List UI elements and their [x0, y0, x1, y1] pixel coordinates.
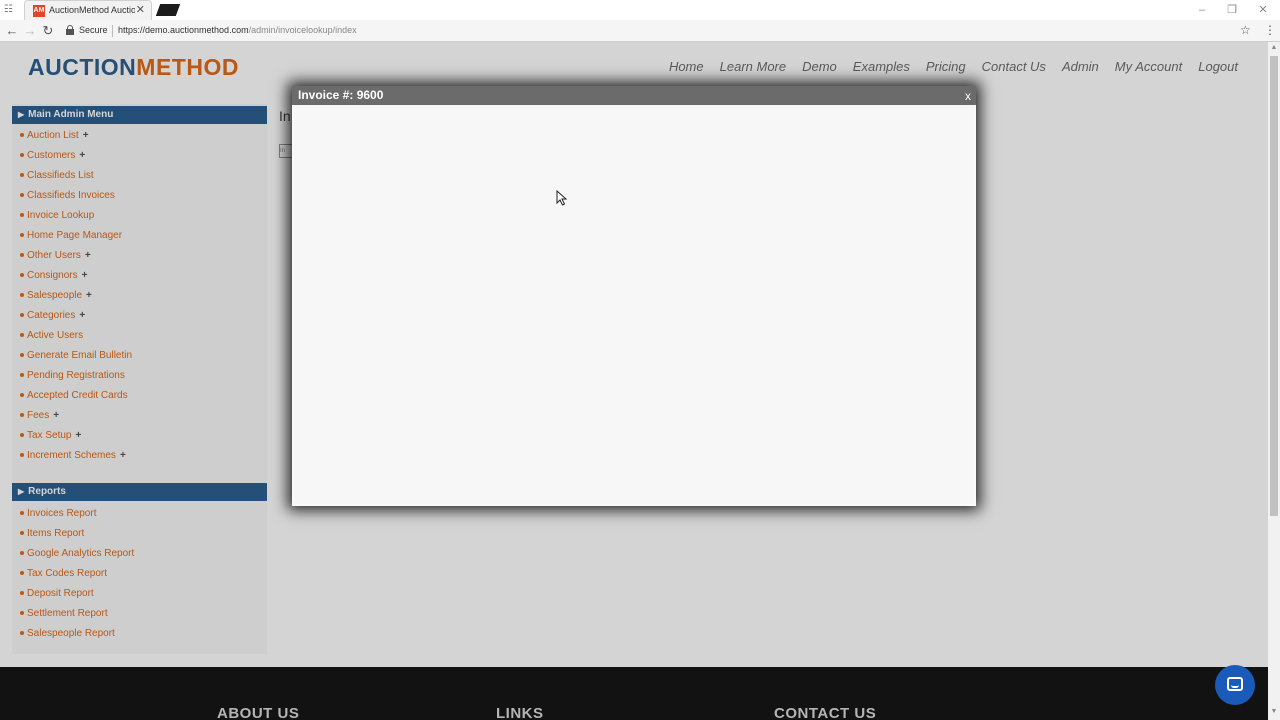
modal-title: Invoice #: 9600 [298, 88, 384, 102]
restore-icon[interactable]: ❐ [1223, 3, 1241, 17]
back-icon[interactable]: ← [4, 23, 20, 39]
chat-bubble-icon [1227, 677, 1243, 691]
browser-tab-bar: ☷ AM AuctionMethod Auction ✕ – ❐ ✕ [0, 0, 1280, 20]
scrollbar-thumb[interactable] [1270, 56, 1278, 516]
window-menu-icon[interactable]: ☷ [4, 4, 16, 16]
modal-close-button[interactable]: x [965, 89, 971, 103]
browser-tab-title: AuctionMethod Auction [49, 5, 135, 15]
address-bar: ← → ↻ Secure https://demo.auctionmethod.… [0, 20, 1280, 42]
address-separator [112, 25, 113, 37]
site-favicon-icon: AM [33, 5, 45, 17]
chat-widget-button[interactable] [1215, 665, 1255, 705]
modal-body [294, 105, 974, 504]
url-field[interactable]: https://demo.auctionmethod.com/admin/inv… [118, 25, 357, 35]
minimize-icon[interactable]: – [1193, 3, 1211, 17]
bookmark-star-icon[interactable]: ☆ [1240, 23, 1251, 37]
secure-label: Secure [79, 25, 108, 35]
page-scrollbar[interactable]: ▲ ▼ [1268, 42, 1280, 720]
lock-icon [66, 25, 74, 35]
mouse-cursor-icon [556, 190, 568, 206]
reload-icon[interactable]: ↻ [40, 23, 56, 39]
invoice-modal: Invoice #: 9600 x [292, 86, 976, 506]
url-path: /admin/invoicelookup/index [248, 25, 357, 35]
browser-menu-icon[interactable]: ⋮ [1264, 23, 1276, 37]
window-close-icon[interactable]: ✕ [1254, 3, 1272, 17]
modal-header: Invoice #: 9600 x [292, 86, 976, 105]
close-tab-icon[interactable]: ✕ [136, 4, 145, 16]
url-host: https://demo.auctionmethod.com [118, 25, 249, 35]
scroll-up-icon[interactable]: ▲ [1270, 44, 1278, 51]
forward-icon[interactable]: → [22, 23, 38, 39]
new-tab-button[interactable] [155, 4, 181, 16]
browser-tab[interactable]: AM AuctionMethod Auction ✕ [24, 0, 152, 20]
scroll-down-icon[interactable]: ▼ [1270, 708, 1278, 715]
